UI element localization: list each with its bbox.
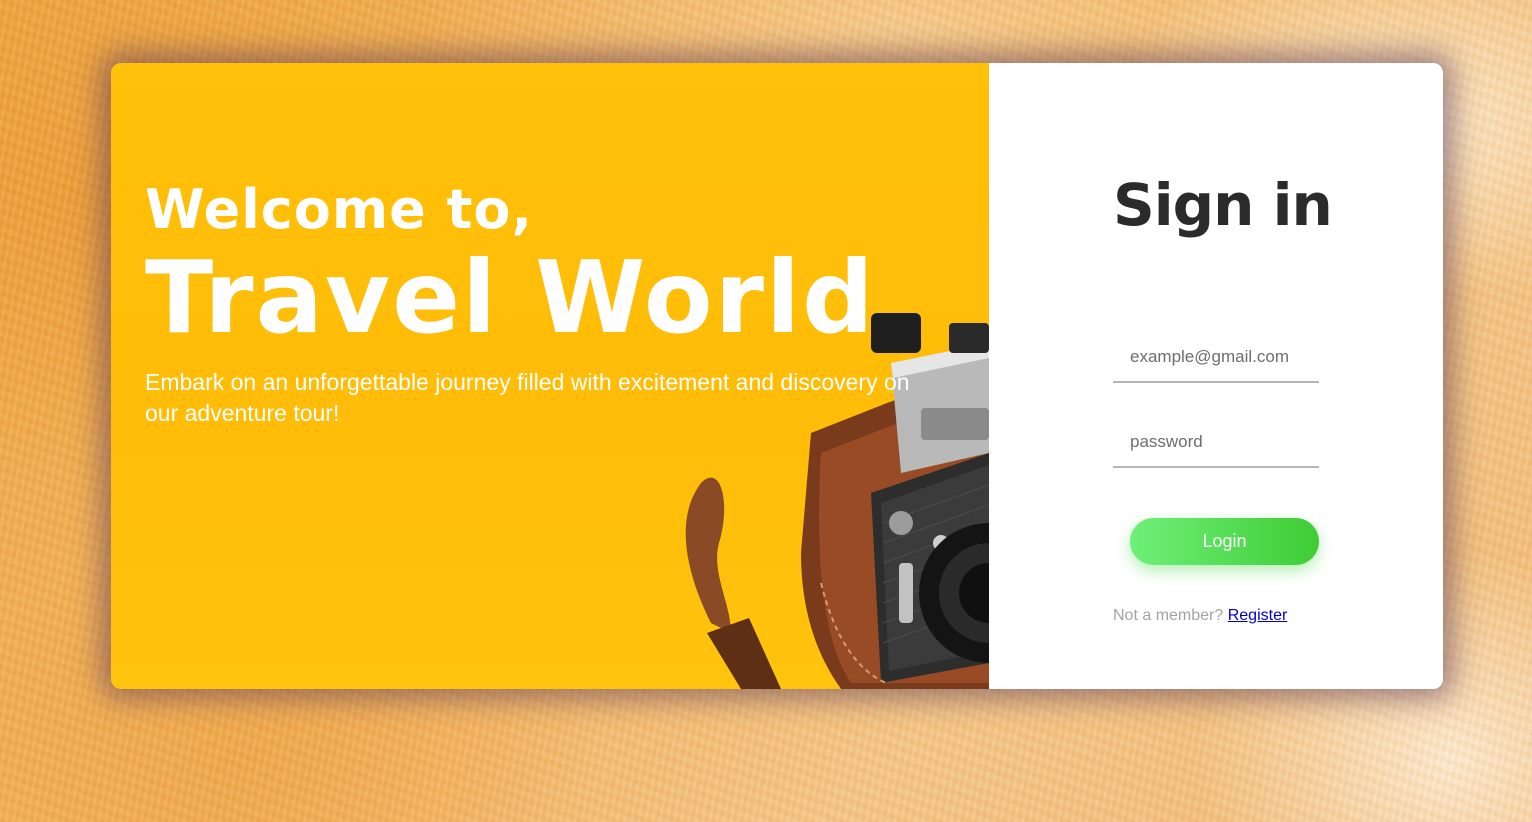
login-card: Welcome to, Travel World Embark on an un… xyxy=(111,63,1443,689)
register-prompt: Not a member? Register xyxy=(1113,607,1287,625)
register-link[interactable]: Register xyxy=(1228,607,1288,624)
signin-title: Sign in xyxy=(1113,171,1333,239)
email-field[interactable] xyxy=(1113,333,1319,383)
password-field[interactable] xyxy=(1113,418,1319,468)
hero-tagline: Embark on an unforgettable journey fille… xyxy=(145,369,910,426)
hero-panel: Welcome to, Travel World Embark on an un… xyxy=(111,63,989,689)
login-button[interactable]: Login xyxy=(1130,518,1319,565)
welcome-heading: Welcome to, xyxy=(145,178,533,241)
hero-text: Welcome to, Travel World Embark on an un… xyxy=(145,175,955,429)
signin-panel: Sign in Login Not a member? Register xyxy=(989,63,1443,689)
member-prompt-text: Not a member? xyxy=(1113,607,1224,624)
brand-title: Travel World xyxy=(145,239,876,356)
